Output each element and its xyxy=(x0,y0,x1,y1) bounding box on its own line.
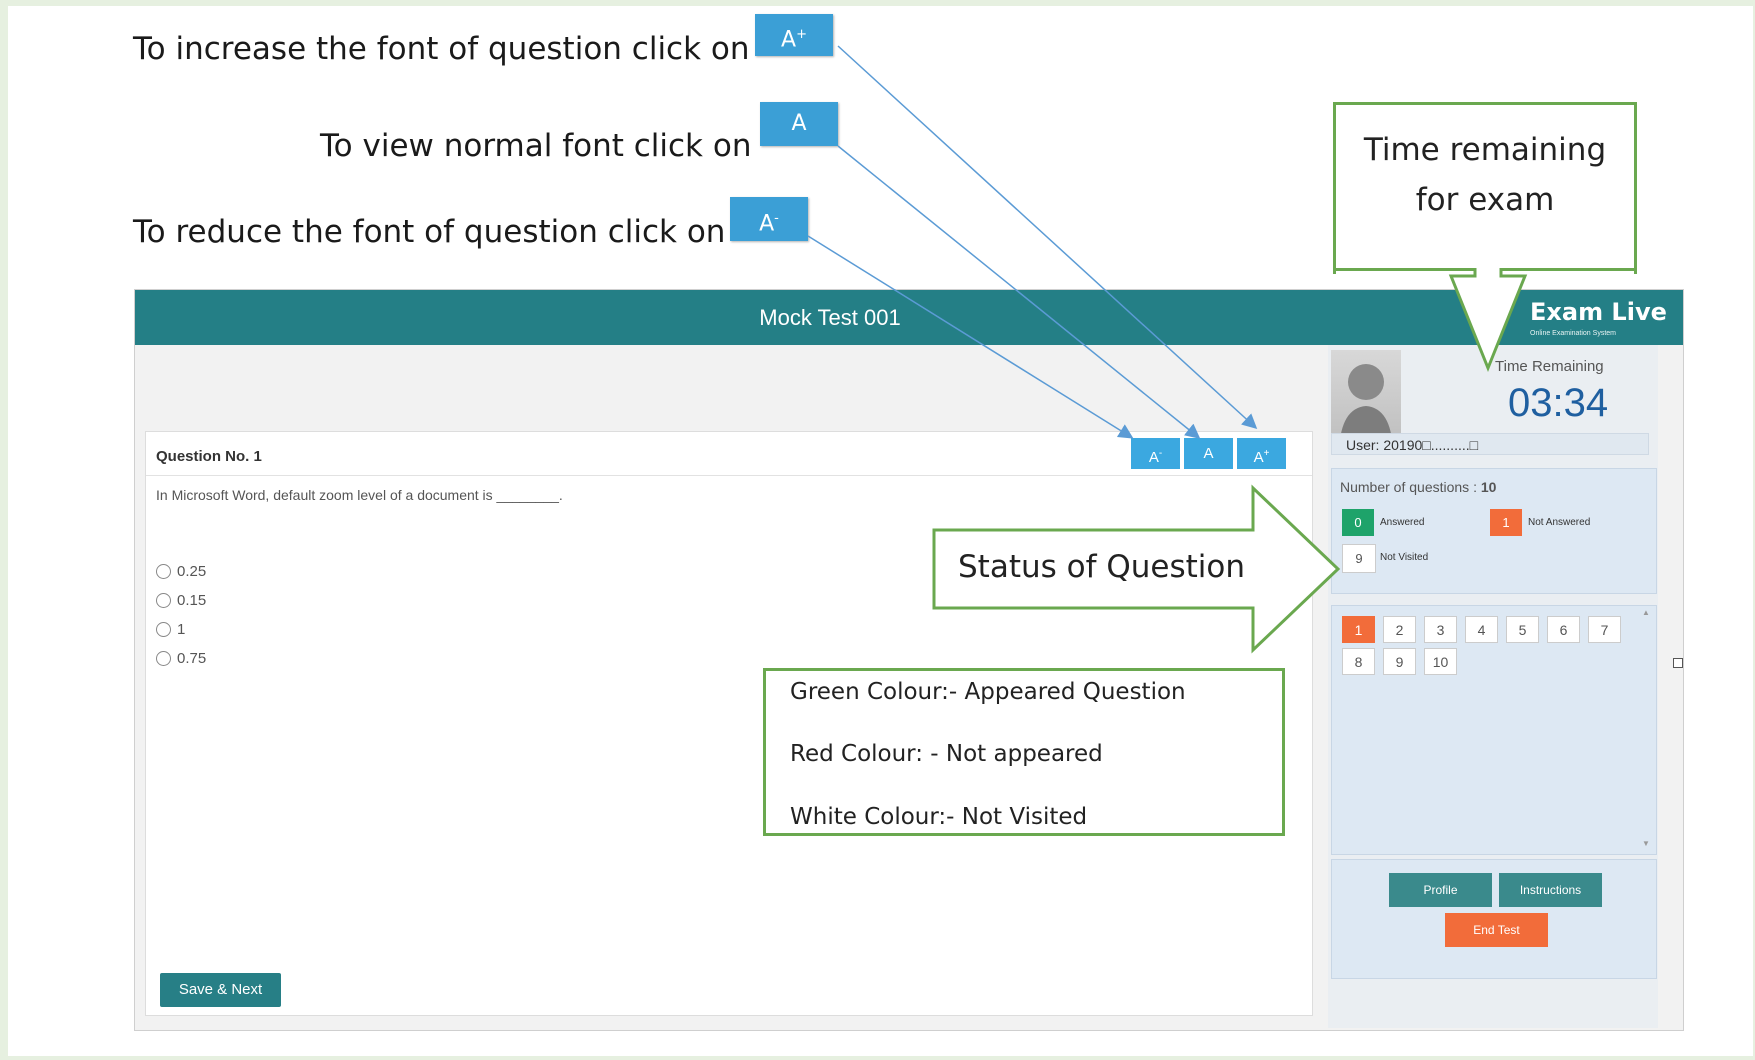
reduce-arrow xyxy=(807,235,1134,439)
normal-arrow xyxy=(837,145,1201,439)
connector-arrows xyxy=(807,45,1258,439)
increase-arrow xyxy=(837,45,1258,430)
annotated-screenshot: To increase the font of question click o… xyxy=(8,6,1753,1056)
